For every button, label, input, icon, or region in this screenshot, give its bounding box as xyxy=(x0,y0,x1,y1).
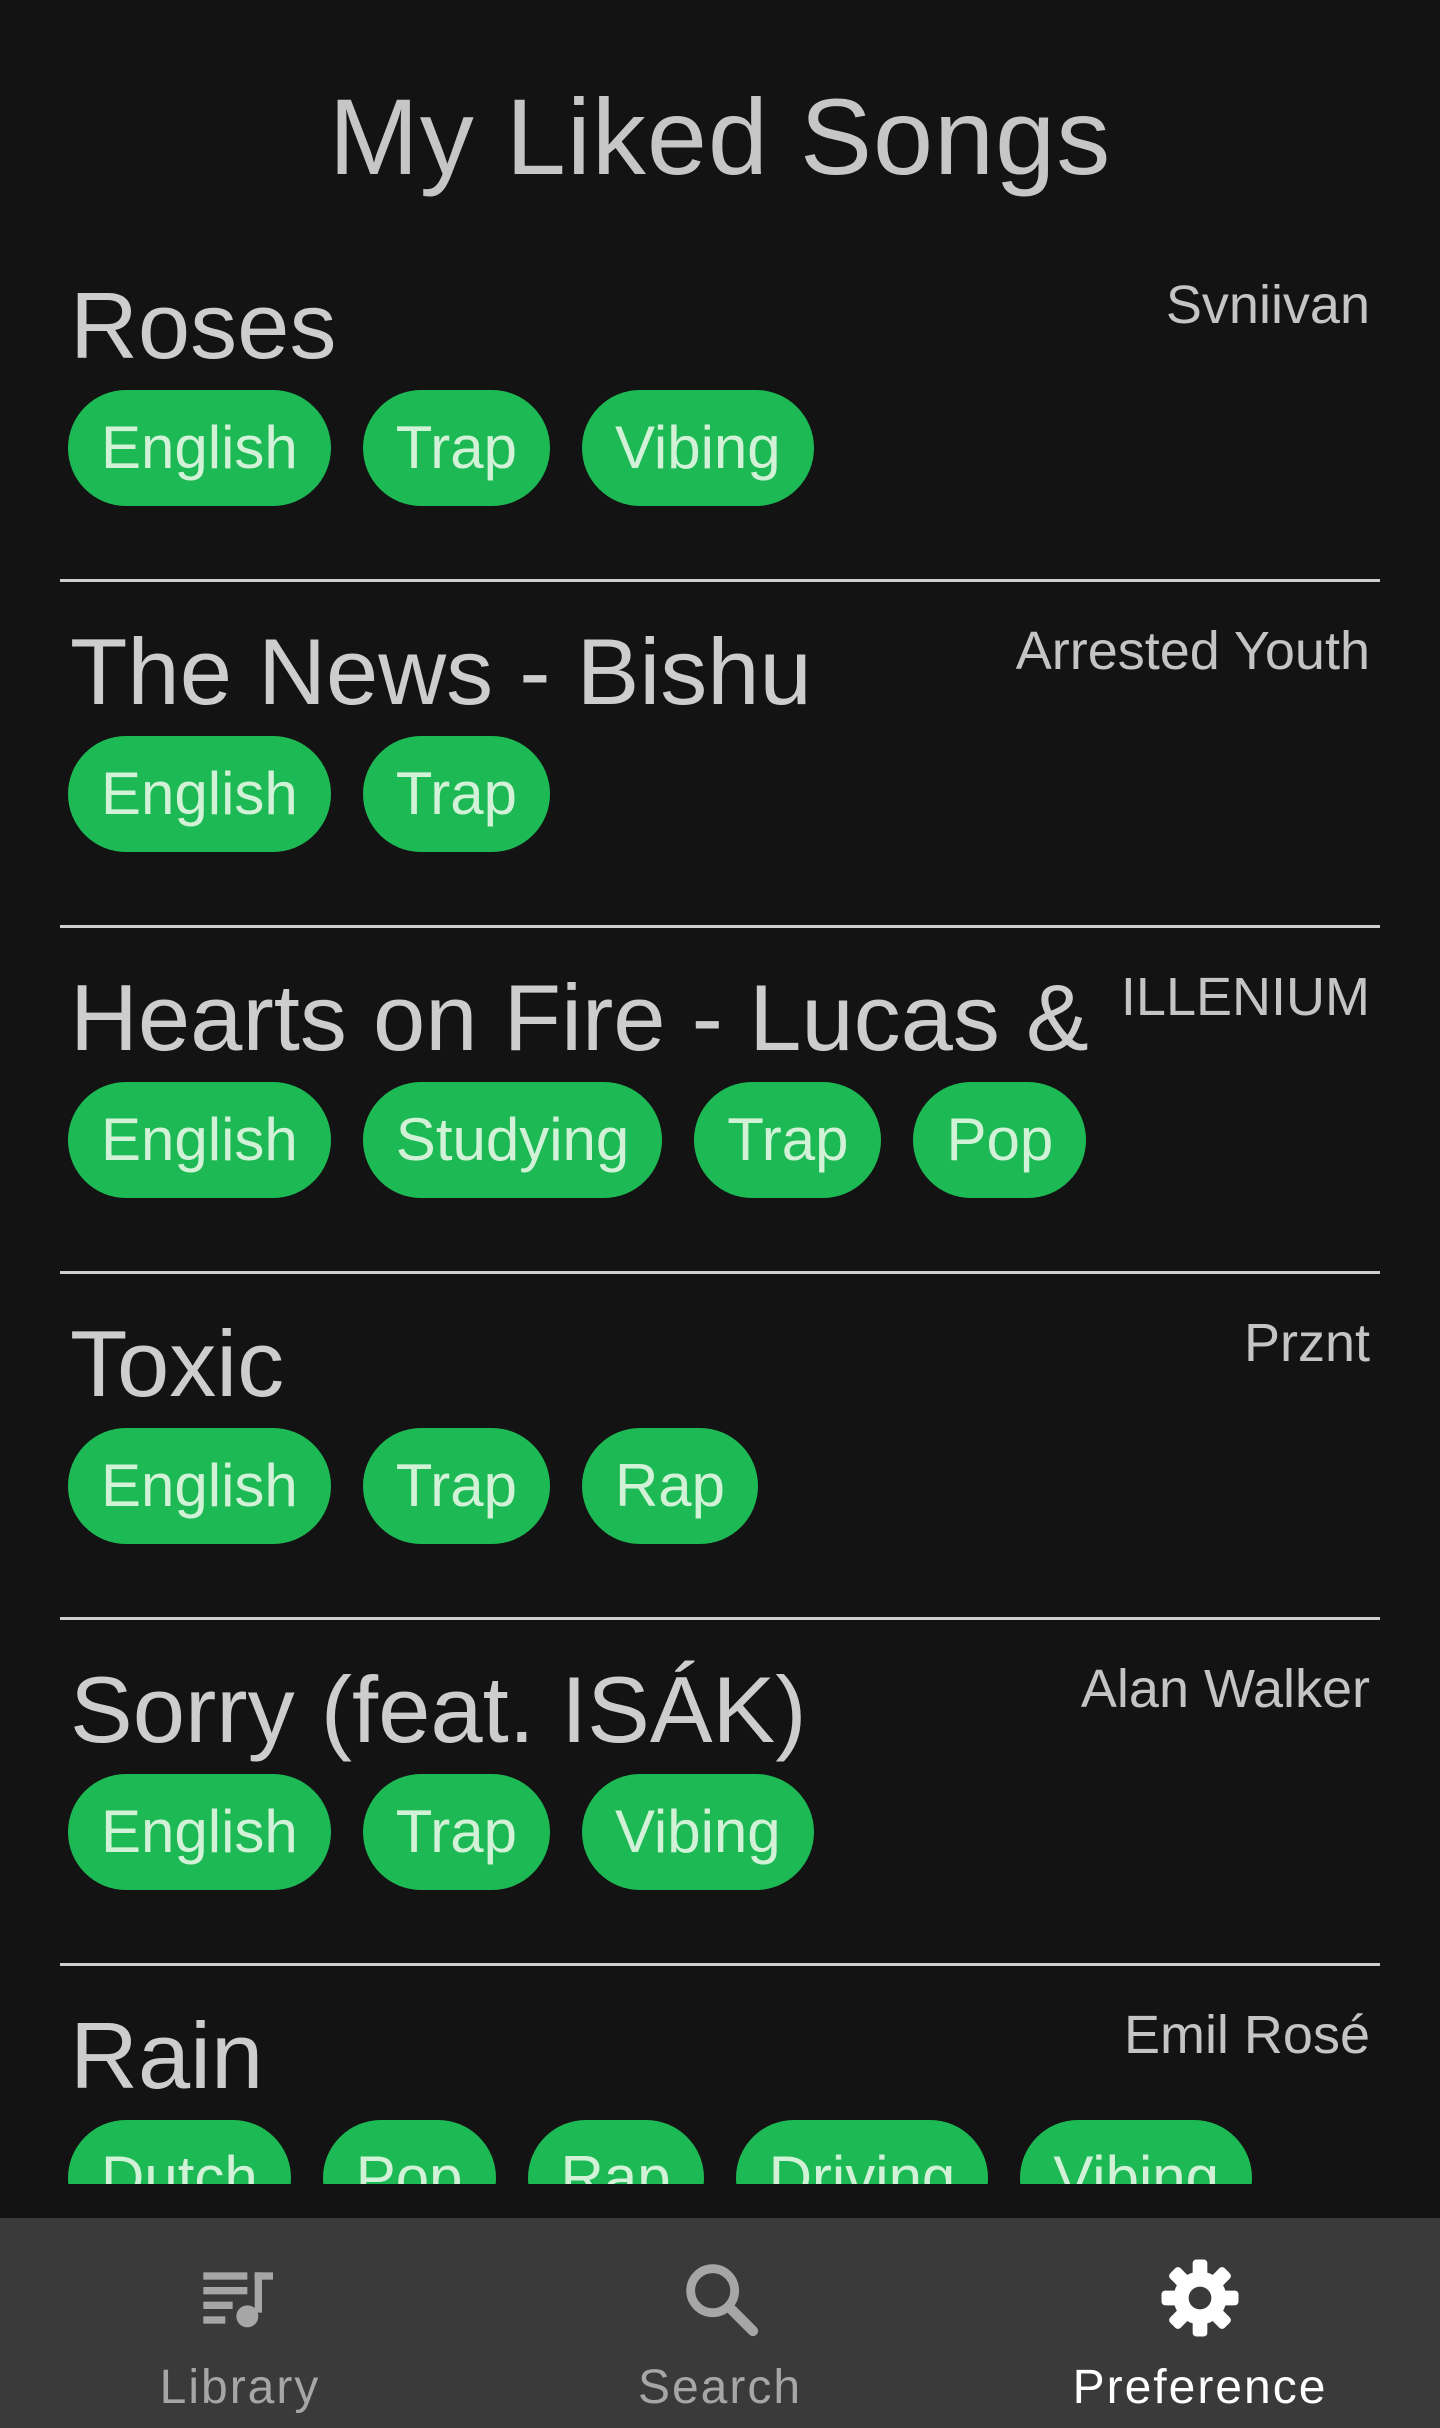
song-title: Sorry (feat. ISÁK) xyxy=(70,1657,807,1762)
tag-list: English Trap Vibing xyxy=(68,1774,814,1890)
song-row[interactable]: The News - Bishu Arrested Youth English … xyxy=(60,582,1380,928)
song-row[interactable]: Toxic Prznt English Trap Rap xyxy=(60,1274,1380,1620)
song-row[interactable]: Rain Emil Rosé Dutch Pop Rap Driving Vib… xyxy=(60,1966,1380,2184)
tag-chip[interactable]: Studying xyxy=(362,1082,663,1198)
nav-label-library: Library xyxy=(159,2361,321,2414)
tag-chip[interactable]: Pop xyxy=(913,1082,1087,1198)
tag-chip[interactable]: English xyxy=(68,1082,331,1198)
song-artist: Alan Walker xyxy=(1056,1658,1370,1720)
tag-chip[interactable]: English xyxy=(68,1428,331,1544)
tag-list: English Studying Trap Pop xyxy=(68,1082,1087,1198)
song-row[interactable]: Roses Svniivan English Trap Vibing xyxy=(60,258,1380,582)
tag-chip[interactable]: Driving xyxy=(735,2120,989,2184)
bottom-navigation: Library Search Preference xyxy=(0,2218,1440,2428)
nav-item-preference[interactable]: Preference xyxy=(960,2218,1440,2428)
song-title: Rain xyxy=(70,2003,264,2108)
tag-list: English Trap xyxy=(68,736,550,852)
tag-chip[interactable]: Trap xyxy=(362,390,550,506)
tag-chip[interactable]: Rap xyxy=(581,1428,759,1544)
song-artist: Svniivan xyxy=(1141,274,1370,336)
tag-chip[interactable]: Vibing xyxy=(581,390,814,506)
tag-chip[interactable]: Trap xyxy=(362,1428,550,1544)
tag-chip[interactable]: Trap xyxy=(362,1774,550,1890)
tag-chip[interactable]: Pop xyxy=(322,2120,496,2184)
nav-item-library[interactable]: Library xyxy=(0,2218,480,2428)
nav-label-search: Search xyxy=(637,2361,803,2414)
song-list-viewport[interactable]: Roses Svniivan English Trap Vibing The N… xyxy=(0,258,1440,2184)
song-title: Roses xyxy=(70,273,337,378)
song-title: Toxic xyxy=(70,1311,285,1416)
tag-list: Dutch Pop Rap Driving Vibing xyxy=(68,2120,1253,2184)
search-icon xyxy=(686,2264,759,2337)
tag-chip[interactable]: Dutch xyxy=(68,2120,291,2184)
song-artist: Emil Rosé xyxy=(1099,2004,1370,2066)
tag-list: English Trap Vibing xyxy=(68,390,814,506)
song-title: Hearts on Fire - Lucas & xyxy=(70,965,1089,1070)
song-artist: Arrested Youth xyxy=(991,620,1370,682)
song-artist: ILLENIUM xyxy=(1096,966,1370,1028)
nav-label-preference: Preference xyxy=(1072,2361,1328,2414)
tag-chip[interactable]: English xyxy=(68,1774,331,1890)
tag-chip[interactable]: Vibing xyxy=(1020,2120,1253,2184)
gear-icon xyxy=(1161,2259,1239,2337)
library-music-icon xyxy=(203,2272,273,2328)
song-row[interactable]: Hearts on Fire - Lucas & ILLENIUM Englis… xyxy=(60,928,1380,1274)
tag-list: English Trap Rap xyxy=(68,1428,759,1544)
tag-chip[interactable]: Trap xyxy=(362,736,550,852)
song-title: The News - Bishu xyxy=(70,619,812,724)
tag-chip[interactable]: Trap xyxy=(694,1082,882,1198)
page-title: My Liked Songs xyxy=(328,76,1112,197)
tag-chip[interactable]: English xyxy=(68,390,331,506)
song-row[interactable]: Sorry (feat. ISÁK) Alan Walker English T… xyxy=(60,1620,1380,1966)
nav-item-search[interactable]: Search xyxy=(480,2218,960,2428)
tag-chip[interactable]: Rap xyxy=(527,2120,704,2184)
song-list: Roses Svniivan English Trap Vibing The N… xyxy=(0,258,1440,2184)
tag-chip[interactable]: English xyxy=(68,736,331,852)
tag-chip[interactable]: Vibing xyxy=(581,1774,814,1890)
song-artist: Prznt xyxy=(1219,1312,1370,1374)
